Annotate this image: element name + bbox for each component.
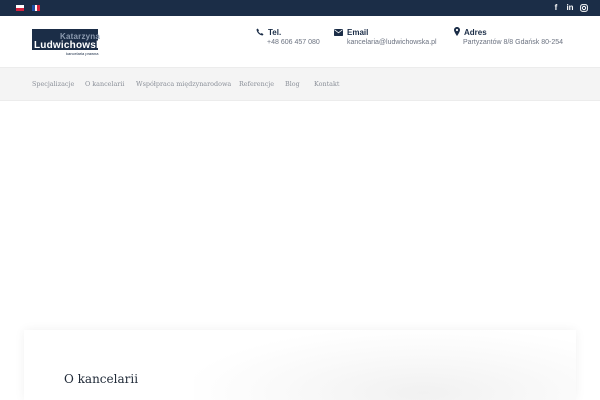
envelope-icon: [334, 23, 343, 41]
address-title: Adres: [464, 27, 487, 37]
nav-item-wspolpraca[interactable]: Współpraca międzynarodowa: [136, 80, 231, 88]
logo-subtitle: kancelaria prawna: [66, 51, 99, 56]
phone-icon: [256, 23, 264, 41]
section-title: O kancelarii: [64, 372, 139, 386]
email-value[interactable]: kancelaria@ludwichowska.pl: [347, 39, 437, 46]
map-marker-icon: [454, 23, 460, 41]
contact-address: Adres Partyzantów 8/8 Gdańsk 80-254: [454, 23, 563, 46]
nav-item-kontakt[interactable]: Kontakt: [314, 80, 339, 88]
phone-value[interactable]: +48 606 457 080: [267, 39, 320, 46]
address-value: Partyzantów 8/8 Gdańsk 80-254: [463, 39, 564, 46]
flag-pl-icon[interactable]: [16, 5, 24, 11]
nav-item-referencje[interactable]: Referencje: [239, 80, 274, 88]
instagram-icon[interactable]: [578, 2, 590, 14]
contact-phone: Tel. +48 606 457 080: [256, 23, 320, 46]
linkedin-icon[interactable]: in: [564, 2, 576, 14]
flag-fr-icon[interactable]: [32, 5, 40, 11]
facebook-icon[interactable]: f: [550, 2, 562, 14]
top-bar: f in: [0, 0, 600, 16]
logo-last-name: Ludwichowska: [34, 40, 108, 51]
nav-item-o-kancelarii[interactable]: O kancelarii: [85, 80, 124, 88]
about-section-card: O kancelarii: [24, 330, 576, 400]
nav-item-blog[interactable]: Blog: [285, 80, 300, 88]
nav-item-specjalizacje[interactable]: Specjalizacje: [32, 80, 74, 88]
email-title: Email: [347, 27, 369, 37]
phone-title: Tel.: [268, 27, 282, 37]
contact-email: Email kancelaria@ludwichowska.pl: [334, 23, 437, 46]
card-background-image: [194, 330, 576, 400]
main-navigation: Specjalizacje O kancelarii Współpraca mi…: [0, 67, 600, 101]
logo[interactable]: Katarzyna Ludwichowska kancelaria prawna: [32, 29, 107, 56]
